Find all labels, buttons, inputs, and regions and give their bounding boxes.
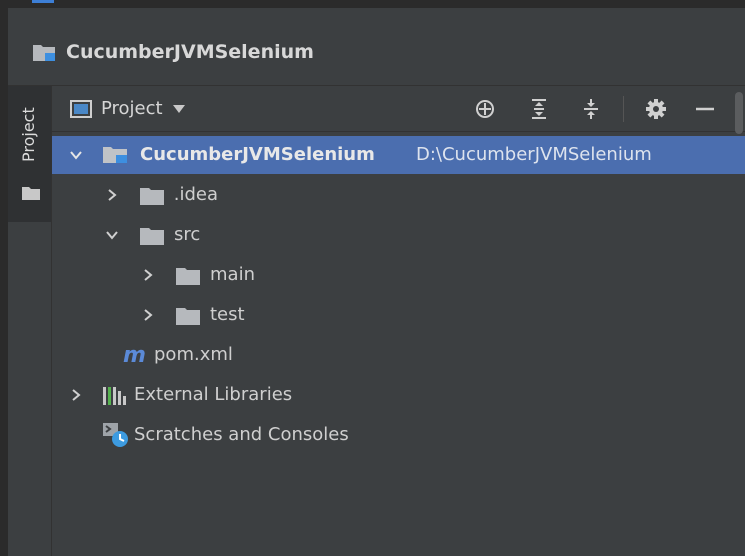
project-window-icon bbox=[70, 100, 92, 118]
minimize-icon bbox=[696, 107, 714, 111]
gear-icon bbox=[646, 99, 666, 119]
tree-row-test[interactable]: test bbox=[52, 296, 745, 336]
folder-name: main bbox=[210, 264, 255, 285]
library-icon bbox=[103, 387, 126, 405]
chevron-right-icon[interactable] bbox=[142, 269, 154, 281]
module-folder-icon bbox=[103, 147, 127, 163]
project-panel: Project CucumberJVMSelenium D:\CucumberJ… bbox=[52, 86, 745, 556]
window-left-border bbox=[0, 0, 8, 556]
svg-text:m: m bbox=[123, 344, 146, 366]
toolbar-separator bbox=[623, 96, 624, 122]
tree-row-root[interactable]: CucumberJVMSelenium D:\CucumberJVMSeleni… bbox=[52, 136, 745, 174]
vertical-scrollbar[interactable] bbox=[735, 92, 743, 134]
tool-window-stripe: Project bbox=[8, 86, 52, 556]
chevron-down-icon[interactable] bbox=[106, 229, 118, 241]
folder-name: test bbox=[210, 304, 245, 325]
folder-icon bbox=[22, 187, 40, 200]
chevron-right-icon[interactable] bbox=[106, 189, 118, 201]
project-tool-tab[interactable]: Project bbox=[8, 86, 51, 222]
folder-icon bbox=[140, 188, 164, 205]
locate-icon bbox=[476, 100, 494, 118]
tree-row-pom[interactable]: m pom.xml bbox=[52, 336, 745, 376]
tree-row-main[interactable]: main bbox=[52, 256, 745, 296]
scratches-icon bbox=[103, 423, 128, 447]
chevron-right-icon[interactable] bbox=[142, 309, 154, 321]
module-folder-icon bbox=[33, 45, 55, 61]
chevron-down-icon bbox=[172, 105, 185, 113]
collapse-all-icon bbox=[584, 99, 598, 119]
folder-name: .idea bbox=[168, 184, 218, 205]
tree-row-scratches[interactable]: Scratches and Consoles bbox=[52, 416, 745, 456]
chevron-down-icon[interactable] bbox=[70, 149, 82, 161]
locate-file-button[interactable] bbox=[472, 96, 498, 122]
chevron-right-icon[interactable] bbox=[70, 389, 82, 401]
panel-toolbar: Project bbox=[52, 86, 745, 134]
ide-window: CucumberJVMSelenium Project Project Cucu… bbox=[0, 0, 745, 556]
window-accent bbox=[32, 0, 54, 3]
tree-row-idea[interactable]: .idea bbox=[52, 176, 745, 216]
file-name: pom.xml bbox=[154, 344, 233, 365]
hide-panel-button[interactable] bbox=[692, 96, 718, 122]
title-bar-strip bbox=[0, 0, 745, 8]
root-module-path: D:\CucumberJVMSelenium bbox=[416, 144, 652, 165]
folder-icon bbox=[176, 268, 200, 285]
external-libraries-label: External Libraries bbox=[134, 384, 293, 405]
tree-row-external-libraries[interactable]: External Libraries bbox=[52, 376, 745, 416]
folder-icon bbox=[176, 308, 200, 325]
project-tab-label: Project bbox=[19, 107, 38, 163]
view-selector-dropdown[interactable]: Project bbox=[70, 96, 185, 122]
maven-icon: m bbox=[123, 344, 146, 366]
view-selector-label: Project bbox=[101, 98, 163, 119]
expand-all-icon bbox=[532, 99, 546, 119]
scratches-label: Scratches and Consoles bbox=[134, 424, 349, 445]
tree-row-src[interactable]: src bbox=[52, 216, 745, 256]
folder-icon bbox=[140, 228, 164, 245]
breadcrumb-project[interactable]: CucumberJVMSelenium bbox=[66, 40, 314, 64]
collapse-all-button[interactable] bbox=[578, 96, 604, 122]
expand-all-button[interactable] bbox=[526, 96, 552, 122]
navigation-bar: CucumberJVMSelenium bbox=[8, 8, 745, 86]
root-module-name: CucumberJVMSelenium bbox=[140, 144, 375, 165]
settings-button[interactable] bbox=[643, 96, 669, 122]
folder-name: src bbox=[174, 224, 201, 245]
